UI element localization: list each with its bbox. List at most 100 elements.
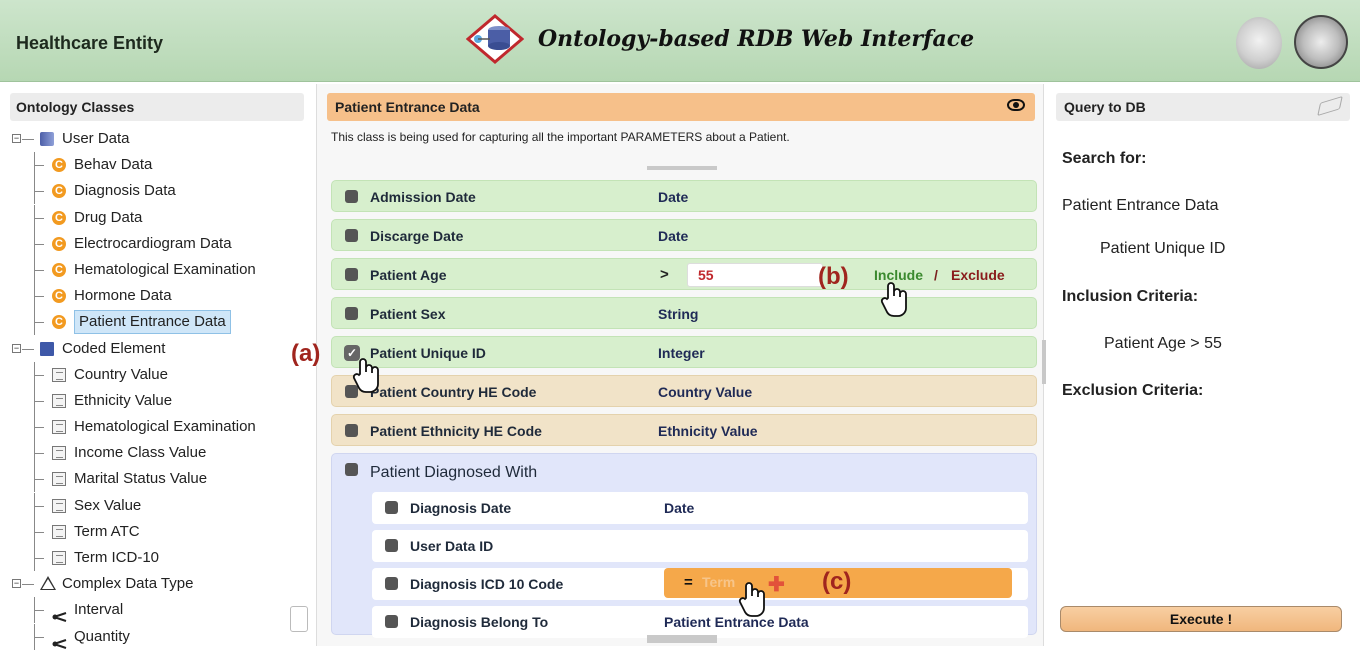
class-description: This class is being used for capturing a…: [331, 130, 790, 144]
class-icon: C: [52, 262, 66, 277]
eraser-icon[interactable]: [1317, 96, 1343, 116]
collapse-toggle-icon[interactable]: −: [12, 134, 21, 143]
property-checkbox[interactable]: [345, 463, 358, 476]
tree-node[interactable]: C Drug Data: [12, 204, 308, 231]
property-row-admission-date[interactable]: Admission Date Date: [331, 180, 1037, 212]
ontology-tree: − User Data C Behav Data C Diagnosis Data C Dru…: [12, 126, 308, 650]
app-title: Healthcare Entity: [16, 33, 164, 53]
table-icon: [52, 551, 66, 565]
class-detail-panel: Patient Entrance Data This class is bein…: [316, 84, 1044, 646]
property-checkbox[interactable]: [385, 501, 398, 514]
tree-search-input[interactable]: [290, 606, 308, 632]
table-icon: [52, 498, 66, 513]
tree-node-label: Diagnosis Data: [74, 182, 176, 200]
property-name: Diagnosis ICD 10 Code: [410, 576, 564, 592]
include-link[interactable]: Include: [874, 267, 923, 283]
tree-node[interactable]: Hematological Examination: [12, 414, 308, 441]
property-checkbox[interactable]: [385, 539, 398, 552]
tree-node[interactable]: Interval: [12, 597, 308, 624]
property-row-patient-country-he-code[interactable]: Patient Country HE Code Country Value: [331, 375, 1037, 407]
operator-label[interactable]: =: [684, 574, 693, 591]
sub-property-row[interactable]: User Data ID: [372, 530, 1028, 562]
property-name: Patient Country HE Code: [370, 384, 537, 400]
sub-property-row[interactable]: Diagnosis Belong To Patient Entrance Dat…: [372, 606, 1028, 638]
plus-icon[interactable]: ✚: [768, 572, 785, 597]
hand-cursor-icon: [352, 358, 379, 393]
hand-cursor-icon: [880, 282, 907, 317]
class-icon: C: [52, 210, 66, 225]
property-name: Admission Date: [370, 189, 476, 205]
top-splitter[interactable]: [647, 166, 717, 170]
property-name: Diagnosis Belong To: [410, 614, 549, 630]
hand-cursor-icon: [738, 582, 765, 617]
property-checkbox[interactable]: [345, 268, 358, 281]
property-name: User Data ID: [410, 538, 494, 554]
property-row-patient-unique-id[interactable]: ✓ Patient Unique ID Integer: [331, 336, 1037, 368]
tree-node[interactable]: Ethnicity Value: [12, 387, 308, 414]
table-icon: [52, 524, 66, 539]
tree-node[interactable]: Income Class Value: [12, 440, 308, 467]
property-row-patient-age[interactable]: Patient Age > 55 Include / Exclude: [331, 258, 1037, 290]
query-panel-title: Query to DB: [1064, 99, 1146, 115]
tree-node[interactable]: C Electrocardiogram Data: [12, 230, 308, 257]
tree-node[interactable]: C Diagnosis Data: [12, 178, 308, 205]
collapse-toggle-icon[interactable]: −: [12, 343, 21, 353]
property-list: Admission Date Date Discarge Date Date P…: [331, 180, 1037, 638]
property-type: Patient Entrance Data: [664, 614, 809, 630]
inclusion-criteria-item: Patient Age > 55: [1104, 335, 1222, 352]
property-group-patient-diagnosed-with[interactable]: Patient Diagnosed With Diagnosis Date Da…: [331, 453, 1037, 638]
execute-button[interactable]: Execute !: [1060, 606, 1342, 632]
database-icon: [40, 132, 54, 146]
ontology-panel-title: Ontology Classes: [10, 93, 304, 121]
property-checkbox[interactable]: [345, 229, 358, 242]
query-panel: Query to DB Search for: Patient Entrance…: [1046, 84, 1360, 646]
tree-node[interactable]: Term ICD-10: [12, 545, 308, 571]
sub-property-row[interactable]: Diagnosis Date Date: [372, 492, 1028, 524]
sub-property-list: Diagnosis Date Date User Data ID Diagnos…: [372, 492, 1028, 644]
tree-node[interactable]: − User Data: [12, 126, 308, 152]
property-row-discarge-date[interactable]: Discarge Date Date: [331, 219, 1037, 251]
tree-node[interactable]: C Patient Entrance Data: [12, 309, 308, 336]
triangle-icon: [40, 576, 56, 591]
exclusion-criteria-label: Exclusion Criteria:: [1062, 382, 1204, 399]
collapse-toggle-icon[interactable]: −: [12, 579, 21, 589]
database-icon: [40, 341, 54, 356]
eye-icon[interactable]: [1007, 99, 1025, 111]
operator-label[interactable]: >: [660, 266, 669, 283]
property-name: Patient Ethnicity HE Code: [370, 423, 542, 439]
age-value-input[interactable]: 55: [687, 263, 823, 287]
ontology-panel: Ontology Classes − User Data C Behav Data C D…: [0, 84, 314, 650]
tree-node[interactable]: Sex Value: [12, 492, 308, 519]
annotation-marker-c: (c): [822, 568, 852, 595]
property-type: Country Value: [658, 384, 753, 400]
tree-node[interactable]: − Coded Element: [12, 336, 308, 362]
tree-node-label: Country Value: [74, 365, 168, 383]
search-for-label: Search for:: [1062, 150, 1147, 167]
property-checkbox[interactable]: [345, 190, 358, 203]
exclude-link[interactable]: Exclude: [951, 267, 1005, 283]
search-field: Patient Unique ID: [1100, 240, 1226, 257]
class-icon: C: [52, 158, 66, 173]
property-checkbox[interactable]: [345, 424, 358, 437]
property-type: Date: [658, 189, 689, 205]
table-icon: [52, 446, 66, 461]
table-icon: [52, 393, 66, 408]
tree-node[interactable]: C Behav Data: [12, 152, 308, 179]
property-checkbox[interactable]: [345, 307, 358, 320]
property-type: Date: [658, 228, 689, 244]
code-value-input[interactable]: Term: [702, 574, 735, 590]
tree-node[interactable]: Country Value: [12, 361, 308, 388]
tree-node[interactable]: Term ATC: [12, 518, 308, 545]
property-checkbox[interactable]: [385, 577, 398, 590]
bottom-splitter[interactable]: [647, 635, 717, 643]
sub-property-row[interactable]: Diagnosis ICD 10 Code = Term ✚: [372, 568, 1028, 600]
property-row-patient-ethnicity-he-code[interactable]: Patient Ethnicity HE Code Ethnicity Valu…: [331, 414, 1037, 446]
tree-node[interactable]: Marital Status Value: [12, 466, 308, 493]
group-name: Patient Diagnosed With: [370, 464, 538, 481]
tree-node[interactable]: C Hematological Examination: [12, 256, 308, 283]
tree-node[interactable]: C Hormone Data: [12, 283, 308, 310]
include-exclude-separator: /: [934, 267, 938, 283]
property-checkbox[interactable]: [385, 615, 398, 628]
property-row-patient-sex[interactable]: Patient Sex String: [331, 297, 1037, 329]
tree-node[interactable]: − Complex Data Type: [12, 571, 308, 597]
